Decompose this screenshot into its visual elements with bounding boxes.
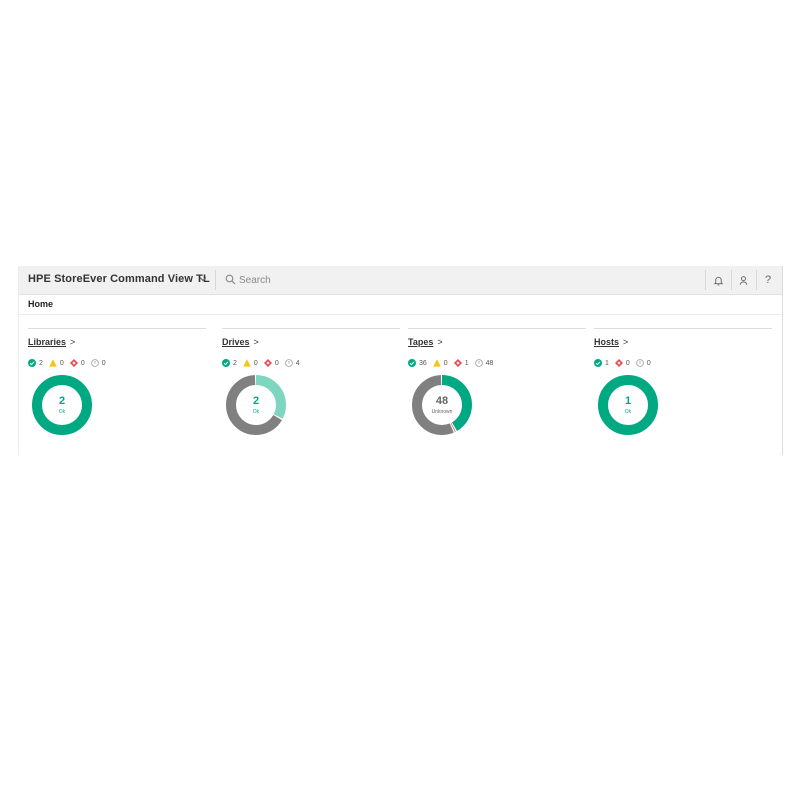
ok-count: 1 xyxy=(594,359,609,367)
app-window: HPE StoreEver Command View TL ? xyxy=(18,266,783,455)
ok-icon xyxy=(408,359,416,367)
critical-count: 0 xyxy=(263,359,279,367)
help-button[interactable]: ? xyxy=(758,270,778,290)
warning-count: 0 xyxy=(243,359,258,367)
panel-divider xyxy=(408,328,586,329)
toolbar-divider xyxy=(731,270,732,290)
drives-donut[interactable]: 2 Ok xyxy=(224,373,288,437)
unknown-count: 4 xyxy=(284,359,300,367)
user-icon xyxy=(739,275,747,285)
libraries-link[interactable]: Libraries > xyxy=(28,337,75,347)
app-title[interactable]: HPE StoreEver Command View TL xyxy=(28,273,210,285)
help-icon: ? xyxy=(764,274,772,286)
warning-icon xyxy=(49,359,57,367)
chevron-down-icon[interactable] xyxy=(197,273,209,285)
donut-value: 2 xyxy=(58,394,66,407)
critical-icon xyxy=(453,359,462,367)
panel-title: Drives xyxy=(222,337,250,347)
bell-icon xyxy=(713,276,723,285)
unknown-icon xyxy=(284,359,293,367)
toolbar-divider xyxy=(705,270,706,290)
status-summary: 1 0 0 xyxy=(594,357,657,369)
libraries-panel: Libraries > 2 0 0 0 2 Ok xyxy=(28,328,206,448)
critical-icon xyxy=(263,359,272,367)
donut-label: Ok xyxy=(624,408,632,415)
top-bar: HPE StoreEver Command View TL ? xyxy=(19,266,782,295)
panel-title: Hosts xyxy=(594,337,620,347)
ok-count: 36 xyxy=(408,359,427,367)
panel-title: Libraries xyxy=(28,337,67,347)
toolbar-divider xyxy=(215,270,216,290)
ok-count: 2 xyxy=(28,359,43,367)
hosts-link[interactable]: Hosts > xyxy=(594,337,628,347)
status-summary: 36 0 1 48 xyxy=(408,357,499,369)
panel-divider xyxy=(28,328,206,329)
unknown-icon xyxy=(636,359,644,367)
donut-value: 1 xyxy=(624,394,632,407)
donut-label: Ok xyxy=(58,408,66,415)
unknown-icon xyxy=(474,359,483,367)
status-summary: 2 0 0 0 xyxy=(28,357,112,369)
warning-count: 0 xyxy=(432,359,448,367)
donut-value: 48 xyxy=(435,394,449,407)
drives-panel: Drives > 2 0 0 4 2 Ok xyxy=(222,328,400,448)
critical-count: 0 xyxy=(614,359,630,367)
hosts-panel: Hosts > 1 0 0 1 Ok xyxy=(594,328,772,448)
ok-icon xyxy=(28,359,36,367)
chevron-right-icon: > xyxy=(623,337,629,347)
unknown-count: 48 xyxy=(474,359,493,367)
user-button[interactable] xyxy=(733,270,753,290)
breadcrumb[interactable]: Home xyxy=(28,299,53,309)
chevron-right-icon: > xyxy=(70,337,76,347)
critical-icon xyxy=(614,359,623,367)
ok-icon xyxy=(222,359,230,367)
unknown-count: 0 xyxy=(90,359,106,367)
libraries-donut[interactable]: 2 Ok xyxy=(30,373,94,437)
unknown-icon xyxy=(90,359,99,367)
tapes-link[interactable]: Tapes > xyxy=(408,337,443,347)
search-input[interactable] xyxy=(239,271,439,289)
hosts-donut[interactable]: 1 Ok xyxy=(596,373,660,437)
panel-divider xyxy=(222,328,400,329)
critical-count: 0 xyxy=(69,359,85,367)
donut-label: Unknown xyxy=(431,408,453,415)
panel-title: Tapes xyxy=(408,337,434,347)
status-summary: 2 0 0 4 xyxy=(222,357,306,369)
search-icon xyxy=(225,274,236,285)
panel-divider xyxy=(594,328,772,329)
breadcrumb-divider xyxy=(19,314,782,315)
chevron-right-icon: > xyxy=(437,337,443,347)
notifications-button[interactable] xyxy=(708,270,728,290)
ok-icon xyxy=(594,359,602,367)
drives-link[interactable]: Drives > xyxy=(222,337,259,347)
warning-icon xyxy=(243,359,251,367)
chevron-right-icon: > xyxy=(253,337,259,347)
toolbar-divider xyxy=(756,270,757,290)
ok-count: 2 xyxy=(222,359,237,367)
critical-icon xyxy=(69,359,78,367)
tapes-panel: Tapes > 36 0 1 48 48 Unknown xyxy=(408,328,586,448)
tapes-donut[interactable]: 48 Unknown xyxy=(410,373,474,437)
unknown-count: 0 xyxy=(636,359,651,367)
donut-label: Ok xyxy=(252,408,260,415)
critical-count: 1 xyxy=(453,359,469,367)
donut-value: 2 xyxy=(252,394,260,407)
warning-icon xyxy=(432,359,441,367)
warning-count: 0 xyxy=(49,359,64,367)
